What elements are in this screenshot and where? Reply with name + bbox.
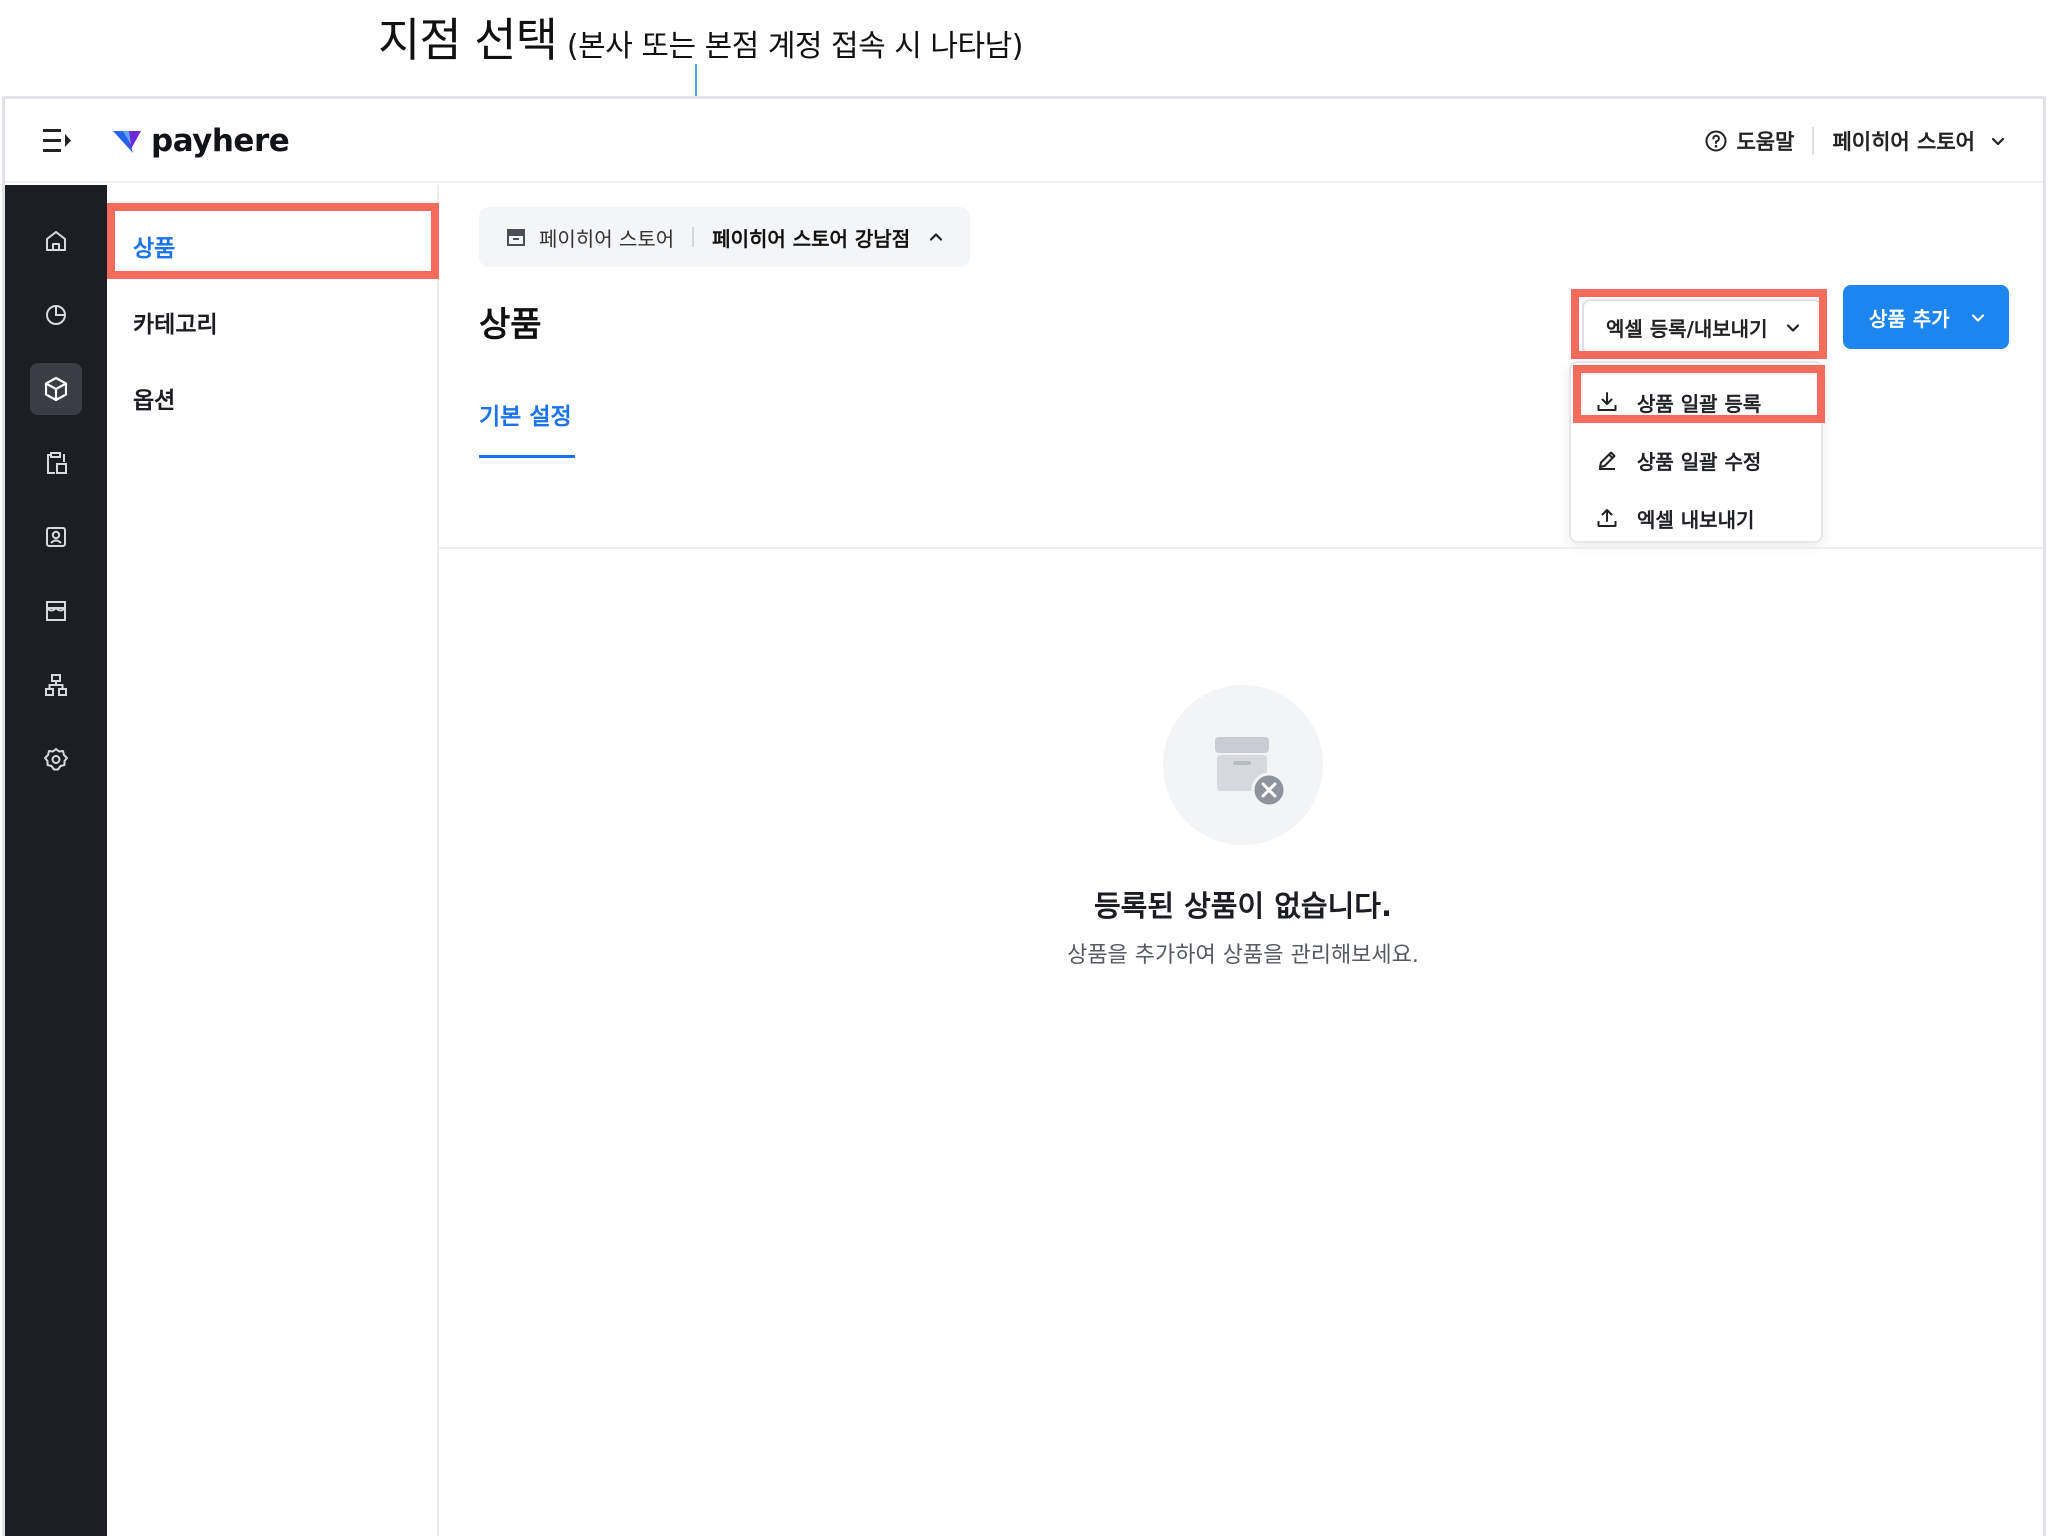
store-icon[interactable] (30, 585, 82, 637)
product-submenu: 상품 카테고리 옵션 (107, 185, 439, 1536)
upload-icon (1597, 509, 1617, 527)
header-divider (1812, 127, 1815, 155)
box-icon[interactable] (30, 363, 82, 415)
annotation-subtitle: (본사 또는 본점 계정 접속 시 나타남) (566, 29, 1024, 64)
home-icon[interactable] (30, 215, 82, 267)
logo-text: payhere (151, 123, 290, 159)
store-icon (507, 229, 525, 246)
app-window: payhere 도움말 페이히어 스토어 상품 카테고리 옵션 페이히어 스토어… (2, 96, 2046, 1536)
pencil-icon (1599, 451, 1616, 470)
chevron-down-icon (1991, 137, 2005, 146)
submenu-item-options[interactable]: 옵션 (107, 363, 437, 433)
main-content: 페이히어 스토어 페이히어 스토어 강남점 상품 엑셀 등록/내보내기 상품 추… (439, 185, 2043, 1536)
menu-item-excel-export[interactable]: 엑셀 내보내기 (1571, 489, 1821, 547)
store-account-menu[interactable]: 페이히어 스토어 (1832, 126, 2007, 156)
empty-state-title: 등록된 상품이 없습니다. (1093, 889, 1392, 923)
payhere-logo[interactable]: payhere (111, 123, 290, 159)
branch-divider (692, 227, 695, 247)
icon-rail (5, 185, 107, 1536)
menu-item-label: 엑셀 내보내기 (1637, 507, 1755, 532)
submenu-item-products[interactable]: 상품 (107, 211, 437, 281)
menu-item-bulk-edit[interactable]: 상품 일괄 수정 (1571, 431, 1821, 489)
empty-state-description: 상품을 추가하여 상품을 관리해보세요. (1067, 943, 1419, 968)
branch-parent-name: 페이히어 스토어 (539, 226, 675, 251)
tab-active-underline (479, 455, 575, 458)
menu-toggle-icon[interactable] (41, 126, 75, 156)
store-name: 페이히어 스토어 (1832, 130, 1975, 154)
org-chart-icon[interactable] (30, 659, 82, 711)
excel-dropdown-menu: 상품 일괄 등록 상품 일괄 수정 엑셀 내보내기 (1569, 361, 1823, 543)
menu-item-label: 상품 일괄 수정 (1637, 449, 1762, 474)
top-right-controls: 도움말 페이히어 스토어 (1704, 99, 2007, 183)
chart-icon[interactable] (30, 289, 82, 341)
excel-button-label: 엑셀 등록/내보내기 (1606, 316, 1768, 341)
annotation-label: 지점 선택 (본사 또는 본점 계정 접속 시 나타남) (378, 4, 1024, 67)
clipboard-icon[interactable] (30, 437, 82, 489)
empty-box-icon (1215, 737, 1287, 808)
menu-item-label: 상품 일괄 등록 (1637, 391, 1762, 416)
gear-icon[interactable] (30, 733, 82, 785)
help-label: 도움말 (1736, 130, 1795, 154)
payhere-logo-icon (113, 131, 141, 153)
chevron-down-icon (1971, 314, 1985, 322)
tab-basic-settings[interactable]: 기본 설정 (479, 397, 572, 447)
help-icon (1705, 130, 1727, 152)
contact-icon[interactable] (30, 511, 82, 563)
excel-import-export-button[interactable]: 엑셀 등록/내보내기 (1582, 299, 1822, 355)
menu-item-bulk-register[interactable]: 상품 일괄 등록 (1571, 373, 1821, 431)
page-title: 상품 (479, 305, 542, 345)
tab-divider (439, 547, 2043, 549)
help-link[interactable]: 도움말 (1704, 126, 1794, 156)
branch-selected-name: 페이히어 스토어 강남점 (712, 226, 911, 251)
top-bar: payhere 도움말 페이히어 스토어 (5, 99, 2043, 183)
chevron-up-icon (930, 233, 943, 241)
download-icon (1597, 392, 1617, 411)
empty-state-illustration (1163, 685, 1323, 845)
add-product-label: 상품 추가 (1869, 306, 1950, 331)
submenu-item-categories[interactable]: 카테고리 (107, 287, 437, 357)
branch-selector[interactable]: 페이히어 스토어 페이히어 스토어 강남점 (479, 207, 971, 267)
add-product-button[interactable]: 상품 추가 (1843, 285, 2009, 349)
annotation-title: 지점 선택 (378, 13, 558, 67)
chevron-down-icon (1786, 324, 1800, 332)
